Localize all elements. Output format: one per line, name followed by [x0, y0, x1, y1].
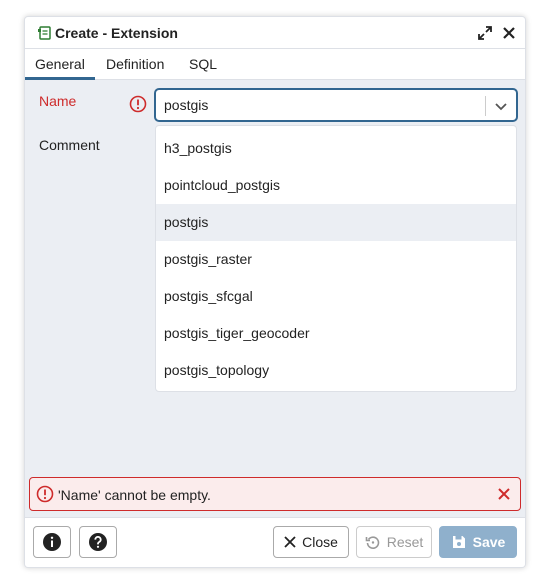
name-label: Name — [39, 93, 77, 109]
save-button-label: Save — [472, 534, 506, 550]
save-icon — [452, 536, 465, 548]
chevron-down-icon[interactable] — [492, 97, 510, 115]
save-button[interactable]: Save — [439, 526, 517, 558]
dialog-titlebar[interactable]: Create - Extension — [25, 17, 525, 49]
dialog-footer: Close Reset Save — [25, 517, 525, 567]
close-icon[interactable] — [496, 486, 512, 502]
dropdown-option[interactable]: postgis_topology — [156, 352, 516, 389]
name-select[interactable]: postgis — [155, 89, 517, 121]
expand-icon — [478, 26, 492, 40]
name-dropdown-menu: h3_postgis pointcloud_postgis postgis po… — [155, 125, 517, 392]
extension-icon — [38, 26, 51, 40]
close-button[interactable]: Close — [273, 526, 349, 558]
name-select-value: postgis — [164, 97, 209, 113]
comment-label: Comment — [39, 137, 100, 153]
tab-sql[interactable]: SQL — [179, 49, 227, 80]
error-icon — [129, 95, 147, 113]
dropdown-option[interactable]: pointcloud_postgis — [156, 167, 516, 204]
close-dialog-button[interactable] — [499, 23, 519, 43]
help-icon — [89, 533, 107, 551]
close-button-label: Close — [302, 534, 338, 550]
reset-button-label: Reset — [386, 534, 424, 550]
reset-icon — [365, 536, 379, 549]
help-button[interactable] — [79, 526, 117, 558]
tab-general[interactable]: General — [25, 49, 95, 80]
dropdown-option[interactable]: postgis_sfcgal — [156, 278, 516, 315]
reset-button[interactable]: Reset — [356, 526, 432, 558]
close-icon — [503, 27, 515, 39]
dialog-title: Create - Extension — [55, 25, 178, 41]
dropdown-option[interactable]: postgis_raster — [156, 241, 516, 278]
error-message-box: 'Name' cannot be empty. — [29, 477, 521, 511]
close-icon — [284, 536, 296, 548]
info-button[interactable] — [33, 526, 71, 558]
error-icon — [36, 485, 54, 503]
tab-definition[interactable]: Definition — [96, 49, 174, 80]
dropdown-option[interactable]: h3_postgis — [156, 130, 516, 167]
dropdown-option-selected[interactable]: postgis — [156, 204, 516, 241]
tab-bar: General Definition SQL — [25, 49, 525, 80]
create-extension-dialog: Create - Extension General Definition SQ… — [24, 16, 526, 568]
select-separator — [485, 96, 486, 116]
error-message-text: 'Name' cannot be empty. — [58, 487, 211, 503]
info-icon — [43, 533, 61, 551]
dropdown-option[interactable]: postgis_tiger_geocoder — [156, 315, 516, 352]
maximize-button[interactable] — [475, 23, 495, 43]
